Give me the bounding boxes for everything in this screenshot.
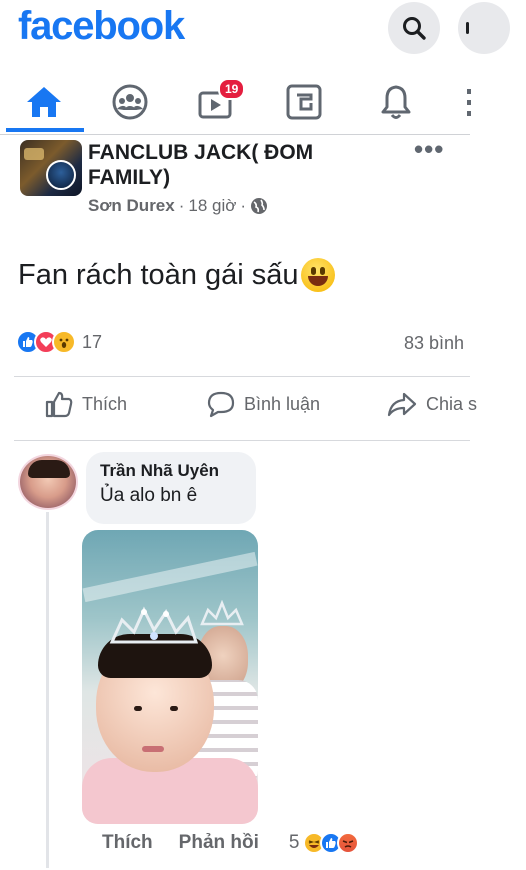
messenger-icon	[466, 22, 469, 34]
comment-like-button[interactable]: Thích	[102, 832, 153, 854]
tab-gaming[interactable]	[274, 78, 334, 126]
groups-icon	[112, 84, 148, 120]
like-label: Thích	[82, 393, 128, 414]
search-button[interactable]	[388, 2, 440, 54]
messenger-button[interactable]	[458, 2, 510, 54]
tab-home[interactable]	[14, 78, 74, 126]
tab-menu[interactable]	[442, 78, 482, 126]
share-button[interactable]: Chia s	[386, 390, 477, 418]
comment-text: Ủa alo bn ê	[100, 485, 198, 506]
search-icon	[403, 17, 426, 40]
facebook-logo[interactable]: facebook	[18, 4, 185, 49]
globe-icon	[251, 198, 268, 214]
navigation-tabs: 19	[0, 70, 526, 134]
comment-reply-button[interactable]: Phản hồi	[179, 832, 259, 854]
avatar-image	[46, 160, 76, 190]
comment-actions: Thích Phản hồi 5	[102, 832, 360, 854]
comment-bubble[interactable]: Trần Nhã Uyên Ủa alo bn ê	[86, 452, 256, 524]
commenter-name[interactable]: Trần Nhã Uyên	[100, 460, 242, 482]
angry-reaction-icon	[337, 832, 360, 854]
post-body: Fan rách toàn gái sấu	[18, 258, 299, 291]
comment-count[interactable]: 83 bình	[404, 333, 464, 354]
tab-notifications[interactable]	[366, 78, 426, 126]
group-name[interactable]: FANCLUB JACK( ĐOM FAMILY)	[88, 140, 388, 190]
reaction-summary[interactable]: 17	[16, 330, 102, 354]
divider	[14, 440, 470, 441]
home-icon	[27, 87, 61, 117]
comment-thread-line	[46, 512, 49, 868]
post-author[interactable]: Sơn Durex	[88, 196, 175, 216]
thumbs-up-icon	[45, 391, 73, 418]
post-text: Fan rách toàn gái sấu	[18, 258, 335, 292]
comment-reactions[interactable]: 5	[288, 832, 360, 854]
group-avatar[interactable]	[20, 140, 82, 196]
post-time[interactable]: 18 giờ	[188, 196, 236, 216]
meta-separator: ·	[240, 196, 247, 215]
share-label: Chia s	[426, 393, 478, 414]
comment-photo[interactable]	[82, 530, 258, 824]
post-actions: Thích Bình luận Chia s	[0, 390, 526, 430]
comment-label: Bình luận	[244, 393, 321, 414]
like-button[interactable]: Thích	[44, 390, 127, 418]
comment-button[interactable]: Bình luận	[206, 390, 320, 418]
share-icon	[387, 392, 417, 417]
divider	[14, 376, 470, 377]
notification-badge: 19	[218, 78, 246, 100]
active-tab-indicator	[6, 128, 84, 132]
reaction-count: 17	[82, 331, 103, 352]
post-meta: Sơn Durex · 18 giờ ·	[88, 196, 268, 216]
bell-icon	[381, 85, 411, 119]
top-bar: facebook	[0, 0, 526, 62]
avatar-decoration	[24, 148, 44, 160]
commenter-avatar[interactable]	[18, 454, 78, 510]
tab-watch[interactable]: 19	[186, 78, 246, 126]
grinning-emoji-icon	[300, 258, 335, 292]
meta-separator: ·	[178, 196, 185, 215]
comment-reaction-count: 5	[288, 832, 300, 853]
comment-icon	[207, 391, 235, 418]
menu-icon	[467, 89, 471, 116]
tab-groups[interactable]	[100, 78, 160, 126]
more-options-icon[interactable]: •••	[414, 134, 444, 165]
gaming-icon	[286, 84, 322, 120]
divider	[0, 134, 470, 135]
wow-reaction-icon	[52, 330, 76, 354]
